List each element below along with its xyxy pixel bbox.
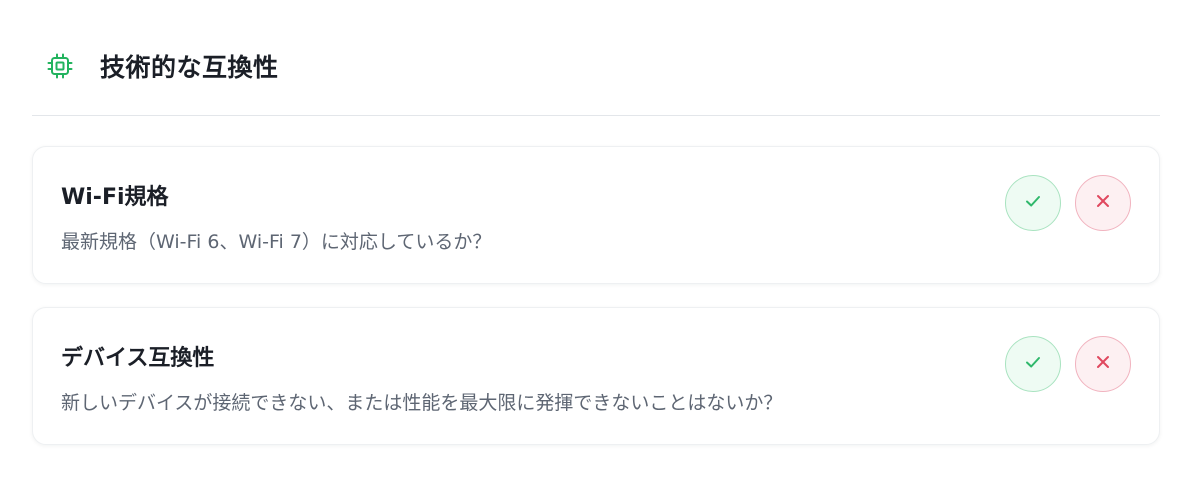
compatibility-section: 技術的な互換性 Wi-Fi規格 最新規格（Wi-Fi 6、Wi-Fi 7）に対応… [32, 0, 1160, 445]
check-icon [1023, 191, 1043, 215]
section-title: 技術的な互換性 [100, 52, 279, 82]
item-description: 新しいデバイスが接続できない、または性能を最大限に発揮できないことはないか？ [61, 392, 783, 414]
item-description: 最新規格（Wi-Fi 6、Wi-Fi 7）に対応しているか？ [61, 231, 492, 253]
section-header: 技術的な互換性 [32, 0, 1160, 116]
item-actions [1005, 336, 1131, 392]
reject-button[interactable] [1075, 336, 1131, 392]
checklist-item-wifi: Wi-Fi規格 最新規格（Wi-Fi 6、Wi-Fi 7）に対応しているか？ [32, 146, 1160, 284]
item-title: Wi-Fi規格 [61, 185, 169, 210]
reject-button[interactable] [1075, 175, 1131, 231]
checklist-item-device: デバイス互換性 新しいデバイスが接続できない、または性能を最大限に発揮できないこ… [32, 307, 1160, 445]
close-icon [1093, 191, 1113, 215]
check-icon [1023, 352, 1043, 376]
item-actions [1005, 175, 1131, 231]
chip-icon [46, 52, 74, 80]
confirm-button[interactable] [1005, 336, 1061, 392]
item-title: デバイス互換性 [61, 346, 215, 371]
close-icon [1093, 352, 1113, 376]
confirm-button[interactable] [1005, 175, 1061, 231]
